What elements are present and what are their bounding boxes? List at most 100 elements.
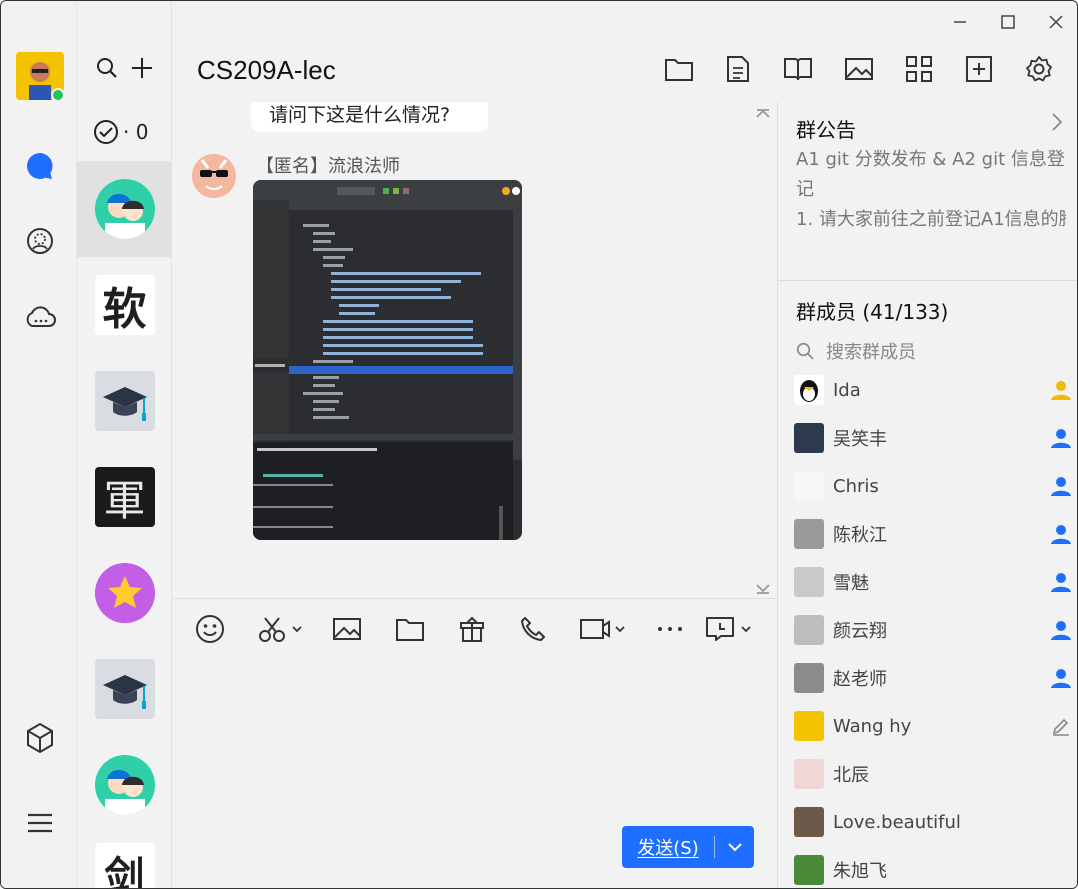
member-avatar bbox=[794, 375, 824, 405]
members-title: 群成员 (41/133) bbox=[796, 300, 949, 324]
member-search-input[interactable]: 搜索群成员 bbox=[796, 338, 916, 364]
sender-avatar[interactable] bbox=[192, 154, 236, 198]
member-name: Ida bbox=[833, 379, 861, 401]
member-name: 赵老师 bbox=[833, 669, 887, 690]
scroll-down-icon[interactable] bbox=[755, 580, 771, 598]
send-label: 发送(S) bbox=[637, 838, 699, 859]
cube-apps-icon[interactable] bbox=[23, 721, 57, 755]
messages-nav-icon[interactable] bbox=[23, 149, 57, 183]
member-row[interactable]: Ida bbox=[794, 372, 1074, 408]
apps-grid-icon[interactable] bbox=[903, 53, 935, 85]
member-row[interactable]: 朱旭飞 bbox=[794, 852, 1074, 888]
send-button[interactable]: 发送(S) bbox=[622, 826, 754, 868]
add-icon[interactable] bbox=[127, 53, 157, 83]
member-avatar bbox=[794, 807, 824, 837]
member-row[interactable]: 赵老师 bbox=[794, 660, 1074, 696]
emoji-icon[interactable] bbox=[195, 613, 225, 645]
folder-icon[interactable] bbox=[663, 53, 695, 85]
owner-badge-icon bbox=[1048, 380, 1074, 400]
member-row[interactable]: Love.beautiful bbox=[794, 804, 1074, 840]
image-icon[interactable] bbox=[332, 613, 362, 645]
session-item[interactable] bbox=[77, 545, 172, 641]
chevron-right-icon[interactable] bbox=[1050, 112, 1064, 136]
close-icon[interactable] bbox=[1041, 9, 1071, 35]
contacts-nav-icon[interactable] bbox=[23, 224, 57, 258]
screen-share-icon[interactable] bbox=[705, 613, 755, 645]
divider bbox=[778, 280, 1077, 281]
chat-panel: CS209A-lec 请问下这是什么情况? 【匿名】流浪法师 发送(S) bbox=[172, 1, 1052, 888]
phone-icon[interactable] bbox=[519, 613, 547, 645]
session-item[interactable] bbox=[77, 641, 172, 737]
member-name: 朱旭飞 bbox=[833, 861, 887, 882]
sender-name: 【匿名】流浪法师 bbox=[256, 156, 400, 177]
session-avatar bbox=[94, 755, 155, 815]
maximize-icon[interactable] bbox=[993, 9, 1023, 35]
member-avatar bbox=[794, 855, 824, 885]
menu-icon[interactable] bbox=[23, 806, 57, 840]
member-row[interactable]: Wang hy bbox=[794, 708, 1074, 744]
message-list[interactable]: 请问下这是什么情况? 【匿名】流浪法师 bbox=[172, 102, 777, 598]
qq-chat-window: · 0 软 軍 剑 CS209A-lec 请问下这是什么情况? 【匿名】流浪法师… bbox=[0, 0, 1078, 889]
nav-rail bbox=[1, 1, 77, 888]
group-info-panel: 群公告 A1 git 分数发布 & A2 git 信息登记 1. 请大家前往之前… bbox=[777, 102, 1077, 888]
member-name: Love.beautiful bbox=[833, 811, 961, 833]
session-item[interactable] bbox=[77, 737, 172, 833]
session-item[interactable] bbox=[77, 161, 172, 257]
image-message[interactable] bbox=[253, 180, 522, 540]
scroll-up-icon[interactable] bbox=[755, 104, 771, 123]
folder-icon[interactable] bbox=[395, 613, 425, 645]
member-row[interactable]: 颜云翔 bbox=[794, 612, 1074, 648]
member-avatar bbox=[794, 759, 824, 789]
member-row[interactable]: 北辰 bbox=[794, 756, 1074, 792]
member-avatar bbox=[794, 615, 824, 645]
admin-badge-icon bbox=[1048, 428, 1074, 448]
graduation-cap-avatar bbox=[94, 371, 155, 431]
member-row[interactable]: Chris bbox=[794, 468, 1074, 504]
graduation-cap-avatar bbox=[94, 659, 155, 719]
session-avatar: 软 bbox=[94, 275, 155, 335]
todo-count: · 0 bbox=[123, 120, 149, 144]
session-item[interactable]: 軍 bbox=[77, 449, 172, 545]
todo-indicator[interactable]: · 0 bbox=[93, 119, 148, 145]
member-row[interactable]: 吴笑丰 bbox=[794, 420, 1074, 456]
message-bubble: 请问下这是什么情况? bbox=[251, 102, 488, 132]
member-name: Chris bbox=[833, 475, 879, 497]
admin-badge-icon bbox=[1048, 524, 1074, 544]
online-status-dot bbox=[51, 88, 65, 102]
document-icon[interactable] bbox=[722, 53, 754, 85]
search-icon bbox=[796, 342, 814, 360]
check-circle-icon bbox=[94, 120, 118, 144]
member-avatar bbox=[794, 423, 824, 453]
member-avatar bbox=[794, 519, 824, 549]
announcement-text[interactable]: A1 git 分数发布 & A2 git 信息登记 1. 请大家前往之前登记A1… bbox=[796, 145, 1066, 235]
minimize-icon[interactable] bbox=[945, 9, 975, 35]
video-icon[interactable] bbox=[579, 613, 629, 645]
admin-badge-icon bbox=[1048, 668, 1074, 688]
scissors-icon[interactable] bbox=[257, 613, 305, 645]
chat-title: CS209A-lec bbox=[197, 55, 336, 85]
announcement-title[interactable]: 群公告 bbox=[796, 114, 856, 143]
member-avatar bbox=[794, 663, 824, 693]
cloud-nav-icon[interactable] bbox=[23, 300, 57, 334]
add-square-icon[interactable] bbox=[963, 53, 995, 85]
book-icon[interactable] bbox=[782, 53, 814, 85]
admin-badge-icon bbox=[1048, 476, 1074, 496]
send-options-chevron-icon[interactable] bbox=[715, 842, 754, 852]
edit-pencil-icon[interactable] bbox=[1048, 716, 1074, 736]
session-item[interactable] bbox=[77, 353, 172, 449]
gift-box-icon[interactable] bbox=[457, 613, 487, 645]
gear-icon[interactable] bbox=[1023, 53, 1055, 85]
compose-area[interactable]: 发送(S) bbox=[172, 598, 777, 888]
member-row[interactable]: 雪魅 bbox=[794, 564, 1074, 600]
session-list: · 0 软 軍 剑 bbox=[77, 1, 172, 888]
member-row[interactable]: 陈秋江 bbox=[794, 516, 1074, 552]
search-icon[interactable] bbox=[92, 53, 122, 83]
member-avatar bbox=[794, 567, 824, 597]
session-item[interactable]: 软 bbox=[77, 257, 172, 353]
member-avatar bbox=[794, 471, 824, 501]
more-icon[interactable] bbox=[657, 613, 683, 645]
image-icon[interactable] bbox=[843, 53, 875, 85]
session-avatar: 軍 bbox=[94, 467, 155, 527]
star-avatar bbox=[94, 563, 155, 623]
session-item[interactable]: 剑 bbox=[77, 833, 172, 888]
